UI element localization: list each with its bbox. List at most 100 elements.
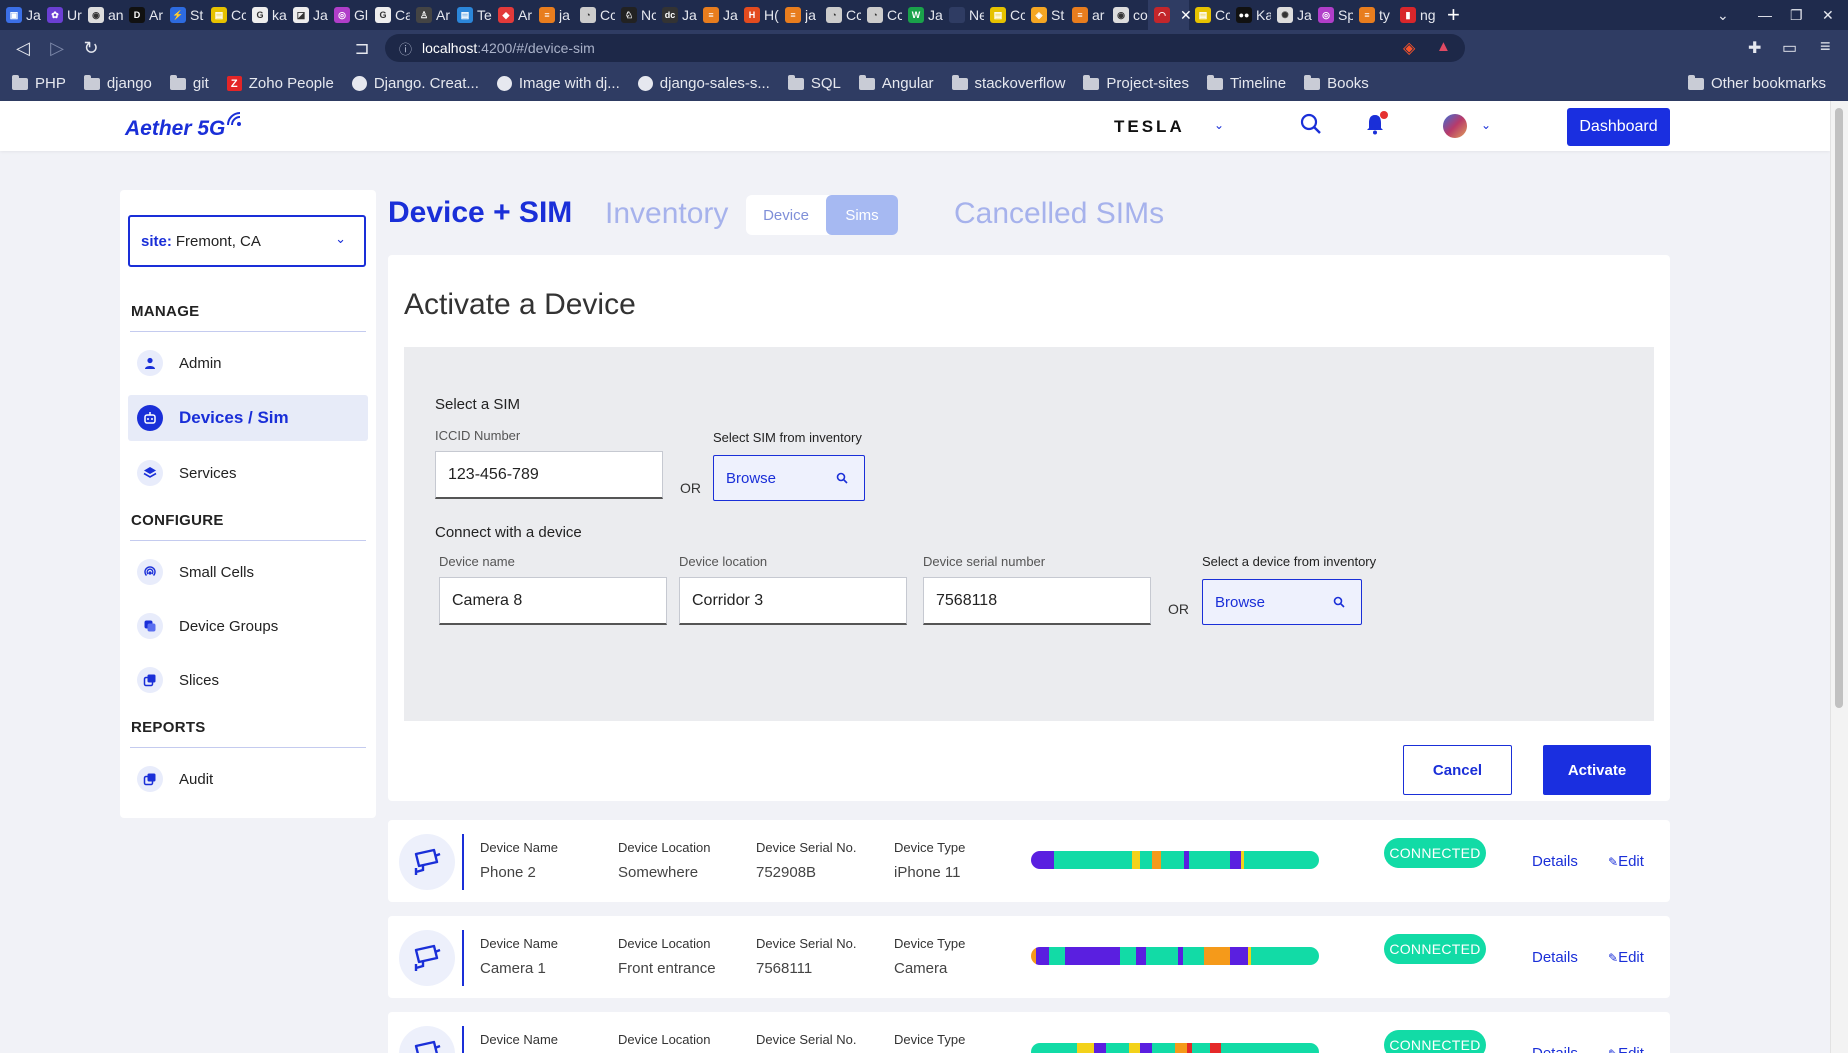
- edit-link[interactable]: ✎Edit: [1608, 853, 1644, 870]
- chevron-down-icon[interactable]: ⌄: [335, 231, 346, 247]
- tab-cancelled-sims[interactable]: Cancelled SIMs: [954, 197, 1164, 231]
- close-window-icon[interactable]: ✕: [1822, 0, 1834, 30]
- extensions-icon[interactable]: ✚: [1748, 38, 1761, 58]
- browser-tab[interactable]: ◉ co: [1107, 0, 1148, 30]
- maximize-icon[interactable]: ❐: [1790, 0, 1803, 30]
- browser-tab[interactable]: ▣ Ja: [0, 0, 41, 30]
- site-select[interactable]: site: Fremont, CA ⌄: [128, 215, 366, 267]
- back-icon[interactable]: ◁: [6, 38, 40, 59]
- scrollbar-thumb[interactable]: [1835, 108, 1843, 708]
- tab-search-icon[interactable]: ⌄: [1717, 0, 1729, 30]
- sidebar-item-device-groups[interactable]: Device Groups: [128, 603, 368, 649]
- bookmark-item[interactable]: stackoverflow: [951, 74, 1065, 92]
- browser-tab[interactable]: ◔ Cc: [820, 0, 861, 30]
- edit-link[interactable]: ✎Edit: [1608, 1045, 1644, 1053]
- bookmark-item[interactable]: Django. Creat...: [351, 75, 479, 92]
- bookmark-page-icon[interactable]: ⊐: [345, 38, 379, 59]
- bookmark-item[interactable]: django: [83, 74, 152, 92]
- browser-tab[interactable]: ≡ ar: [1066, 0, 1107, 30]
- browser-tab[interactable]: ▤ Cc: [984, 0, 1025, 30]
- details-link[interactable]: Details: [1532, 853, 1578, 870]
- browser-tab[interactable]: ▤ Cc: [205, 0, 246, 30]
- menu-icon[interactable]: ≡: [1820, 36, 1831, 57]
- browse-sim-button[interactable]: Browse: [713, 455, 865, 501]
- browser-tab[interactable]: ≡ Ja: [697, 0, 738, 30]
- browser-tab[interactable]: G Ca: [369, 0, 410, 30]
- device-location-input[interactable]: Corridor 3: [679, 577, 907, 625]
- activate-button[interactable]: Activate: [1543, 745, 1651, 795]
- browser-tab[interactable]: ◔ Cc: [574, 0, 615, 30]
- browser-tab[interactable]: ◪ Ja: [287, 0, 328, 30]
- browser-tab[interactable]: ✺ Ja: [1271, 0, 1312, 30]
- browser-tab[interactable]: D Ar: [123, 0, 164, 30]
- browse-device-button[interactable]: Browse: [1202, 579, 1362, 625]
- chevron-down-icon[interactable]: ⌄: [1214, 118, 1224, 132]
- forward-icon[interactable]: ▷: [40, 38, 74, 59]
- bookmark-item[interactable]: git: [169, 74, 209, 92]
- sidebar-item-services[interactable]: Services: [128, 450, 368, 496]
- browser-tab[interactable]: dc Ja: [656, 0, 697, 30]
- tab-inventory[interactable]: Inventory: [605, 197, 728, 231]
- browser-tab[interactable]: ▤ Te: [451, 0, 492, 30]
- tenant-brand[interactable]: TESLA: [1114, 117, 1185, 137]
- address-bar[interactable]: ⓘ localhost:4200/#/device-sim: [385, 34, 1465, 62]
- sidebar-item-audit[interactable]: Audit: [128, 756, 368, 802]
- browser-tab[interactable]: ◎ Gl: [328, 0, 369, 30]
- details-link[interactable]: Details: [1532, 949, 1578, 966]
- toggle-device[interactable]: Device: [746, 195, 826, 235]
- brave-rewards-icon[interactable]: ▲: [1436, 38, 1451, 55]
- toggle-sims[interactable]: Sims: [826, 195, 898, 235]
- wallet-icon[interactable]: ▭: [1782, 38, 1797, 58]
- reload-icon[interactable]: ↻: [74, 38, 108, 59]
- browser-tab[interactable]: W Ja: [902, 0, 943, 30]
- sidebar-item-admin[interactable]: Admin: [128, 340, 368, 386]
- bookmark-item[interactable]: SQL: [787, 74, 841, 92]
- browser-tab[interactable]: ≡ ja: [779, 0, 820, 30]
- dashboard-button[interactable]: Dashboard: [1567, 108, 1670, 146]
- avatar[interactable]: [1443, 114, 1467, 138]
- browser-tab[interactable]: ◔ Cc: [861, 0, 902, 30]
- browser-tab[interactable]: ◎ Sp: [1312, 0, 1353, 30]
- app-logo[interactable]: Aether 5G: [125, 117, 225, 141]
- browser-tab[interactable]: H H(: [738, 0, 779, 30]
- bookmark-item[interactable]: Project-sites: [1083, 74, 1189, 92]
- edit-link[interactable]: ✎Edit: [1608, 949, 1644, 966]
- bookmark-item[interactable]: Image with dj...: [496, 75, 620, 92]
- browser-tab[interactable]: ●● Ka: [1230, 0, 1271, 30]
- search-icon[interactable]: [1300, 113, 1322, 140]
- browser-tab[interactable]: ✿ Ur: [41, 0, 82, 30]
- device-serial-input[interactable]: 7568118: [923, 577, 1151, 625]
- browser-tab[interactable]: ♘ Nc: [615, 0, 656, 30]
- other-bookmarks[interactable]: Other bookmarks: [1688, 74, 1826, 92]
- minimize-icon[interactable]: —: [1758, 0, 1772, 30]
- site-info-icon[interactable]: ⓘ: [399, 39, 412, 58]
- iccid-input[interactable]: 123-456-789: [435, 451, 663, 499]
- browser-tab[interactable]: Gka: [246, 0, 287, 30]
- bookmark-item[interactable]: Angular: [858, 74, 934, 92]
- details-link[interactable]: Details: [1532, 1045, 1578, 1053]
- sidebar-item-small-cells[interactable]: Small Cells: [128, 549, 368, 595]
- bookmark-item[interactable]: Books: [1304, 74, 1369, 92]
- brave-shield-icon[interactable]: ◈: [1403, 38, 1415, 58]
- chevron-down-icon[interactable]: ⌄: [1481, 118, 1491, 132]
- browser-tab[interactable]: ⚡ St: [164, 0, 205, 30]
- sidebar-item-devices-sim[interactable]: Devices / Sim: [128, 395, 368, 441]
- tab-device-sim[interactable]: Device + SIM: [388, 196, 572, 230]
- browser-tab[interactable]: ▤ Cc: [1189, 0, 1230, 30]
- browser-tab[interactable]: New: [943, 0, 984, 30]
- browser-tab[interactable]: ◈ St: [1025, 0, 1066, 30]
- browser-tab[interactable]: ▮ ng: [1394, 0, 1435, 30]
- new-tab-button[interactable]: +: [1447, 2, 1460, 28]
- browser-tab[interactable]: ◠ ✕: [1148, 0, 1192, 30]
- device-name-input[interactable]: Camera 8: [439, 577, 667, 625]
- bookmark-item[interactable]: django-sales-s...: [637, 75, 770, 92]
- cancel-button[interactable]: Cancel: [1403, 745, 1512, 795]
- bookmark-item[interactable]: Timeline: [1206, 74, 1286, 92]
- browser-tab[interactable]: ◆ Ar: [492, 0, 533, 30]
- browser-tab[interactable]: ≡ ty: [1353, 0, 1394, 30]
- browser-tab[interactable]: ≡ ja: [533, 0, 574, 30]
- browser-tab[interactable]: ♙ Ar: [410, 0, 451, 30]
- sidebar-item-slices[interactable]: Slices: [128, 657, 368, 703]
- bookmark-item[interactable]: Z Zoho People: [226, 75, 334, 92]
- bookmark-item[interactable]: PHP: [12, 74, 66, 92]
